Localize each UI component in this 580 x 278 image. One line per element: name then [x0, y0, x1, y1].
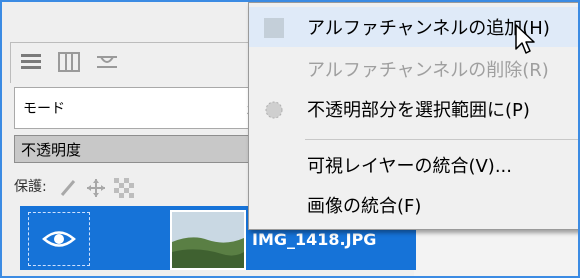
lock-alpha-icon[interactable]	[114, 178, 134, 198]
opacity-label: 不透明度	[21, 141, 82, 159]
layer-name[interactable]: IMG_1418.JPG	[252, 230, 376, 249]
tab-channels[interactable]	[51, 43, 87, 81]
menu-item-label: アルファチャンネルの削除(R)	[307, 60, 549, 81]
paths-icon	[97, 56, 117, 68]
menu-item-flatten-image[interactable]: 画像の統合(F)	[249, 185, 578, 225]
lock-label: 保護:	[14, 179, 47, 195]
mode-label: モード	[23, 101, 65, 117]
layer-context-menu: アルファチャンネルの追加(H) アルファチャンネルの削除(R) 不透明部分を選択…	[248, 2, 578, 230]
eye-icon	[42, 231, 76, 247]
menu-item-label: 画像の統合(F)	[307, 196, 422, 217]
tab-paths[interactable]	[89, 43, 125, 81]
screenshot-frame: モード 標 不透明度 保護:	[0, 0, 580, 278]
landscape-thumbnail-image	[172, 212, 244, 268]
lock-position-icon[interactable]	[86, 178, 106, 198]
menu-item-label: 可視レイヤーの統合(V)...	[307, 156, 512, 177]
menu-separator	[305, 139, 578, 140]
layers-icon	[21, 54, 41, 69]
alpha-to-selection-icon	[265, 101, 283, 119]
menu-item-label: 不透明部分を選択範囲に(P)	[307, 100, 530, 121]
menu-item-merge-visible[interactable]: 可視レイヤーの統合(V)...	[249, 145, 578, 185]
menu-item-alpha-to-selection[interactable]: 不透明部分を選択範囲に(P)	[249, 89, 578, 129]
visibility-toggle[interactable]	[28, 212, 90, 266]
add-alpha-icon	[264, 18, 284, 38]
tab-layers[interactable]	[13, 43, 49, 81]
channels-icon	[58, 52, 80, 72]
layer-thumbnail	[170, 210, 246, 270]
lock-pixels-icon[interactable]	[58, 178, 78, 198]
mouse-cursor-icon	[515, 24, 535, 54]
